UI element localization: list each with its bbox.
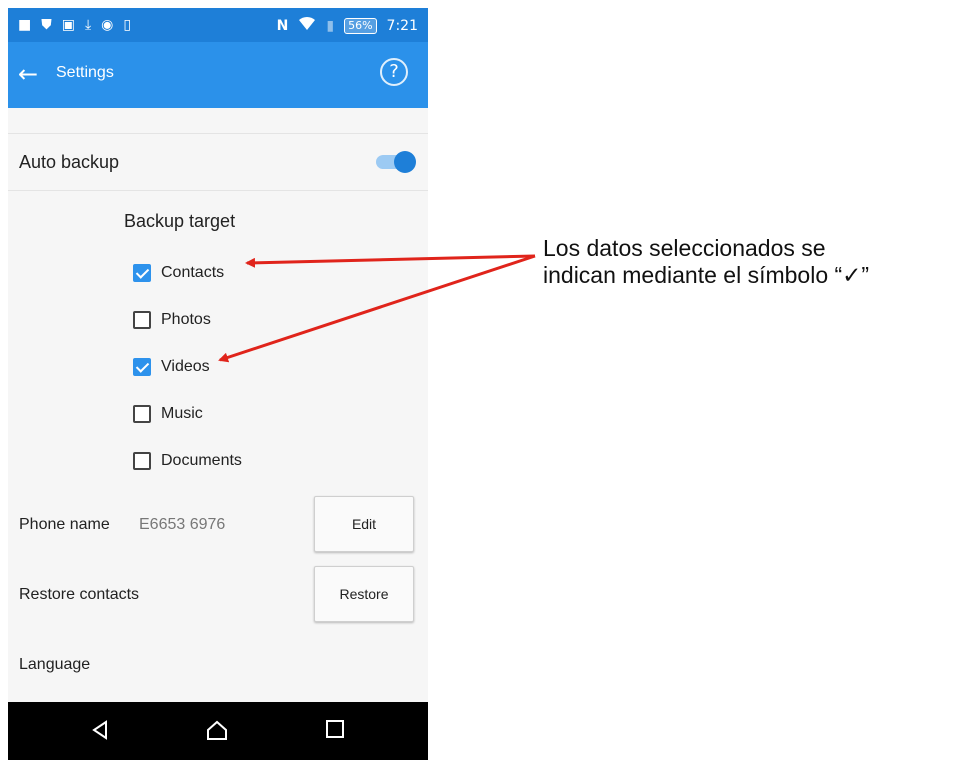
sim-icon: ▯ [123,17,132,33]
shield-icon: ⛊ [41,17,52,33]
auto-backup-label: Auto backup [19,152,120,172]
divider [8,190,428,191]
contacts-checkbox[interactable] [133,264,151,282]
image-icon: ▣ [61,17,75,33]
toggle-knob [394,151,416,173]
help-icon[interactable]: ? [380,58,408,86]
music-checkbox[interactable] [133,405,151,423]
dot-icon: ◉ [101,17,114,33]
wifi-icon [298,15,316,37]
nav-back-icon[interactable] [90,720,110,744]
clock: 7:21 [386,18,418,34]
notification-icon: ■ [18,17,32,33]
app-bar: ← Settings ? [8,42,428,108]
download-icon: ⤓ [84,17,92,33]
photos-label: Photos [161,311,211,328]
documents-checkbox[interactable] [133,452,151,470]
divider [8,133,428,134]
nfc-icon: N [276,18,289,34]
callout-line-1: Los datos seleccionados se [543,235,826,261]
status-bar: ■ ⛊ ▣ ⤓ ◉ ▯ N ▮ 56% 7:21 [8,8,428,42]
phone-name-value: E6653 6976 [139,516,226,533]
nav-recents-icon[interactable] [326,720,344,742]
edit-button[interactable]: Edit [314,496,414,552]
page-title: Settings [56,64,114,81]
documents-label: Documents [161,452,242,469]
videos-label: Videos [161,358,210,375]
battery-level: 56% [344,18,377,34]
auto-backup-toggle[interactable] [376,151,416,173]
music-label: Music [161,405,203,422]
navigation-bar [8,702,428,760]
restore-button[interactable]: Restore [314,566,414,622]
videos-checkbox[interactable] [133,358,151,376]
battery-empty-icon: ▮ [326,18,335,34]
language-label[interactable]: Language [19,656,90,674]
phone-screen: ■ ⛊ ▣ ⤓ ◉ ▯ N ▮ 56% 7:21 ← Settings ? Au… [8,8,428,760]
backup-target-heading: Backup target [124,211,236,231]
photos-checkbox[interactable] [133,311,151,329]
callout-line-2: indican mediante el símbolo “✓” [543,262,870,288]
contacts-label: Contacts [161,264,225,281]
phone-name-label: Phone name [19,516,110,533]
back-arrow-icon[interactable]: ← [18,60,38,88]
restore-contacts-label: Restore contacts [19,586,140,603]
nav-home-icon[interactable] [206,720,228,744]
annotation-callout: Los datos seleccionados se indican media… [543,235,869,289]
